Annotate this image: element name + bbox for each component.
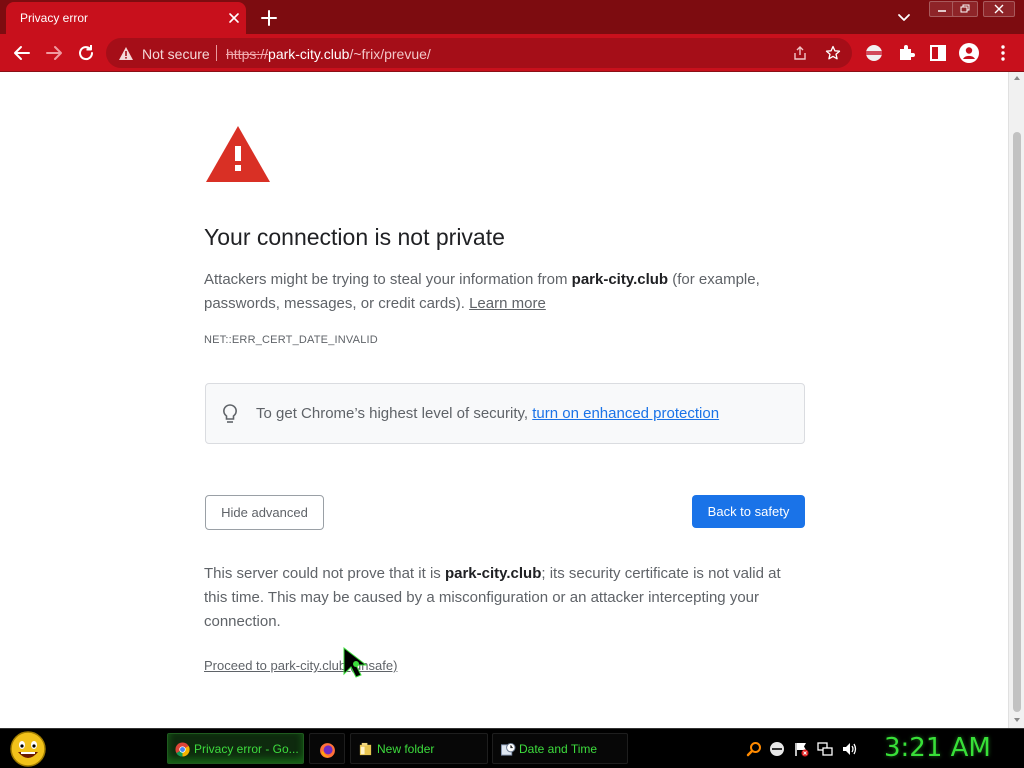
address-bar[interactable]: Not secure https://park-city.club/~frix/… [106, 38, 852, 68]
back-to-safety-button[interactable]: Back to safety [692, 495, 805, 528]
restore-button[interactable] [952, 1, 978, 17]
back-icon[interactable] [12, 43, 32, 63]
close-window-icon [994, 4, 1004, 14]
tray-status-icon[interactable] [769, 741, 785, 757]
explanation-text: Attackers might be trying to steal your … [204, 271, 572, 288]
tab-title: Privacy error [20, 11, 89, 25]
task-new-folder[interactable]: New folder [350, 733, 488, 764]
reload-icon[interactable] [76, 43, 96, 63]
extension-circle-icon[interactable] [864, 43, 884, 63]
scroll-up-arrow-icon[interactable] [1014, 76, 1020, 80]
url-scheme: https:// [226, 46, 269, 62]
bookmark-star-icon[interactable] [825, 45, 841, 61]
close-tab-icon[interactable] [226, 10, 242, 26]
tab-search-chevron-icon[interactable] [896, 9, 912, 25]
url-text[interactable]: https://park-city.club/~frix/prevue/ [226, 46, 431, 62]
task-label-new-folder: New folder [377, 742, 435, 756]
volume-icon[interactable] [841, 741, 858, 757]
details-text: This server could not prove that it is [204, 565, 445, 582]
page-scrollbar[interactable] [1008, 72, 1024, 728]
datetime-icon [500, 742, 516, 756]
enhanced-protection-label: To get Chrome’s highest level of securit… [256, 405, 533, 422]
scroll-thumb[interactable] [1013, 132, 1021, 712]
search-icon[interactable] [746, 741, 762, 757]
explanation-host: park-city.club [571, 271, 669, 288]
enhanced-protection-link[interactable]: turn on enhanced protection [532, 405, 719, 422]
address-separator [216, 45, 217, 61]
page-title: Your connection is not private [204, 224, 505, 250]
start-smiley-icon[interactable] [8, 730, 48, 768]
task-label-date-and-time: Date and Time [519, 742, 598, 756]
side-panel-icon[interactable] [928, 43, 948, 63]
close-window-button[interactable] [983, 1, 1015, 17]
restore-icon [960, 4, 970, 13]
not-secure-warning-icon[interactable] [118, 46, 134, 61]
forward-icon[interactable] [44, 43, 64, 63]
profile-avatar-icon[interactable] [958, 42, 980, 64]
chrome-icon [175, 742, 190, 757]
taskbar-clock[interactable]: 3:21 AM [884, 733, 991, 763]
share-icon[interactable] [792, 45, 808, 61]
security-status-label[interactable]: Not secure [142, 46, 210, 62]
learn-more-link[interactable]: Learn more [469, 295, 546, 312]
mouse-cursor-icon [343, 646, 368, 678]
firefox-icon [320, 743, 335, 758]
taskbar: Privacy error - Go... New folder Date an… [0, 728, 1024, 768]
screen: Privacy error Not secure https://park-ci… [0, 0, 1024, 768]
task-date-and-time[interactable]: Date and Time [492, 733, 628, 764]
browser-toolbar: Not secure https://park-city.club/~frix/… [0, 34, 1024, 72]
task-chrome[interactable]: Privacy error - Go... [167, 733, 304, 764]
url-path: /~frix/prevue/ [349, 46, 431, 62]
enhanced-protection-text: To get Chrome’s highest level of securit… [256, 405, 719, 422]
scroll-down-arrow-icon[interactable] [1014, 718, 1020, 722]
enhanced-protection-callout: To get Chrome’s highest level of securit… [205, 383, 805, 444]
network-icon[interactable] [817, 741, 833, 757]
new-tab-icon[interactable] [260, 9, 278, 27]
advanced-details-paragraph: This server could not prove that it is p… [204, 562, 804, 634]
task-label-chrome: Privacy error - Go... [194, 742, 299, 756]
action-center-flag-icon[interactable] [793, 741, 809, 757]
interstitial-page: Your connection is not private Attackers… [0, 72, 1008, 728]
details-host: park-city.club [444, 565, 542, 582]
warning-triangle-icon [206, 126, 270, 182]
hide-advanced-button[interactable]: Hide advanced [205, 495, 324, 530]
error-code: NET::ERR_CERT_DATE_INVALID [204, 334, 378, 346]
url-host: park-city.club [268, 46, 350, 62]
folder-icon [359, 742, 372, 756]
lightbulb-icon [223, 404, 237, 423]
task-firefox[interactable] [309, 733, 345, 764]
menu-kebab-icon[interactable] [993, 43, 1013, 63]
tab-privacy-error[interactable]: Privacy error [6, 2, 246, 34]
minimize-icon [938, 10, 946, 12]
tab-strip: Privacy error [0, 0, 1024, 34]
extensions-puzzle-icon[interactable] [896, 43, 916, 63]
explanation-paragraph: Attackers might be trying to steal your … [204, 268, 804, 316]
